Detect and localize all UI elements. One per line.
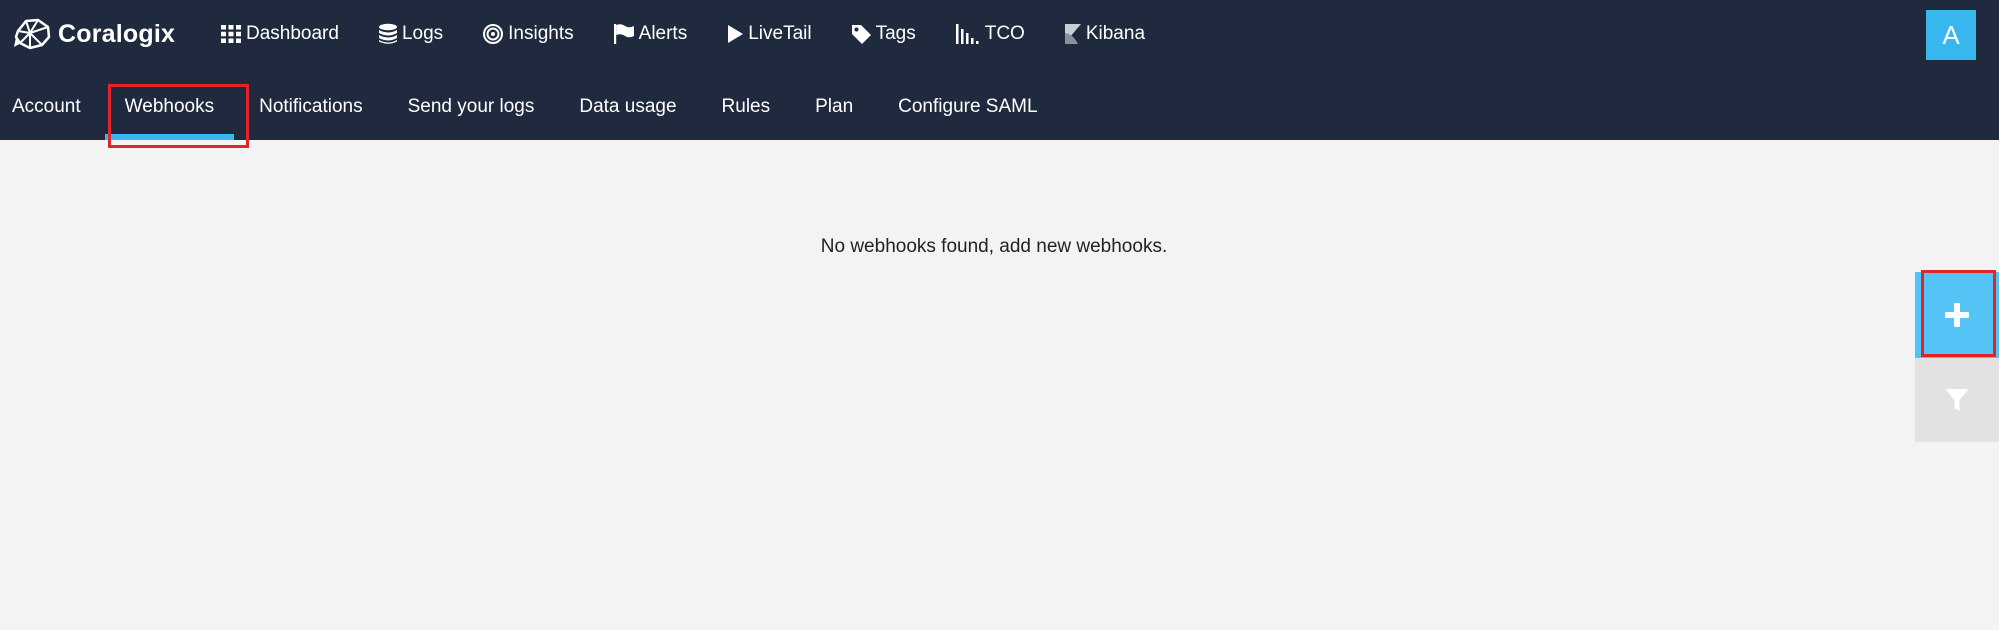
user-avatar[interactable]: A: [1926, 10, 1976, 60]
brand-name: Coralogix: [58, 19, 176, 48]
nav-kibana-label: Kibana: [1085, 23, 1146, 44]
nav-kibana[interactable]: Kibana: [1064, 23, 1145, 45]
empty-state-message: No webhooks found, add new webhooks.: [820, 236, 1168, 257]
target-icon: [483, 24, 504, 44]
nav-logs[interactable]: Logs: [378, 23, 443, 45]
tab-notifications[interactable]: Notifications: [259, 86, 363, 140]
tab-rules[interactable]: Rules: [722, 86, 771, 140]
filter-icon: [1945, 389, 1969, 411]
tab-data-usage-label: Data usage: [579, 96, 677, 117]
tab-rules-label: Rules: [721, 96, 771, 117]
brand-logo[interactable]: Coralogix: [12, 14, 175, 54]
tab-send-your-logs-label: Send your logs: [407, 96, 535, 117]
webhooks-tab-highlight: [108, 84, 249, 148]
avatar-initial: A: [1942, 19, 1960, 50]
nav-dashboard-label: Dashboard: [246, 23, 339, 44]
nav-tco[interactable]: TCO: [955, 23, 1025, 45]
main-nav: Dashboard Logs Insights Alerts LiveTail …: [220, 14, 1184, 54]
tab-configure-saml-label: Configure SAML: [898, 96, 1038, 117]
nav-dashboard[interactable]: Dashboard: [220, 23, 339, 45]
tab-account-label: Account: [12, 96, 81, 117]
coralogix-brain-icon: [14, 18, 51, 50]
flag-icon: [613, 24, 634, 44]
nav-livetail[interactable]: LiveTail: [726, 23, 812, 45]
tab-plan-label: Plan: [815, 96, 854, 117]
nav-livetail-label: LiveTail: [748, 23, 812, 44]
nav-tags-label: Tags: [875, 23, 916, 44]
nav-insights-label: Insights: [508, 23, 574, 44]
tab-configure-saml[interactable]: Configure SAML: [898, 86, 1037, 140]
add-button-highlight: [1921, 270, 1996, 357]
nav-alerts[interactable]: Alerts: [613, 23, 688, 45]
play-icon: [728, 25, 744, 43]
bar-chart-icon: [955, 24, 979, 44]
nav-tags[interactable]: Tags: [851, 23, 916, 45]
tab-send-your-logs[interactable]: Send your logs: [408, 86, 535, 140]
nav-logs-label: Logs: [401, 23, 444, 44]
grid-icon: [221, 25, 241, 43]
database-icon: [378, 23, 397, 44]
tag-icon: [851, 24, 871, 44]
top-bar: Coralogix Dashboard Logs Insights Alerts…: [0, 0, 1999, 140]
tab-plan[interactable]: Plan: [815, 86, 853, 140]
tab-data-usage[interactable]: Data usage: [579, 86, 676, 140]
tab-account[interactable]: Account: [12, 86, 81, 140]
nav-alerts-label: Alerts: [638, 23, 688, 44]
tab-notifications-label: Notifications: [259, 96, 363, 117]
kibana-icon: [1064, 24, 1081, 44]
filter-button[interactable]: [1915, 358, 1999, 442]
nav-tco-label: TCO: [984, 23, 1025, 44]
nav-insights[interactable]: Insights: [482, 23, 574, 45]
